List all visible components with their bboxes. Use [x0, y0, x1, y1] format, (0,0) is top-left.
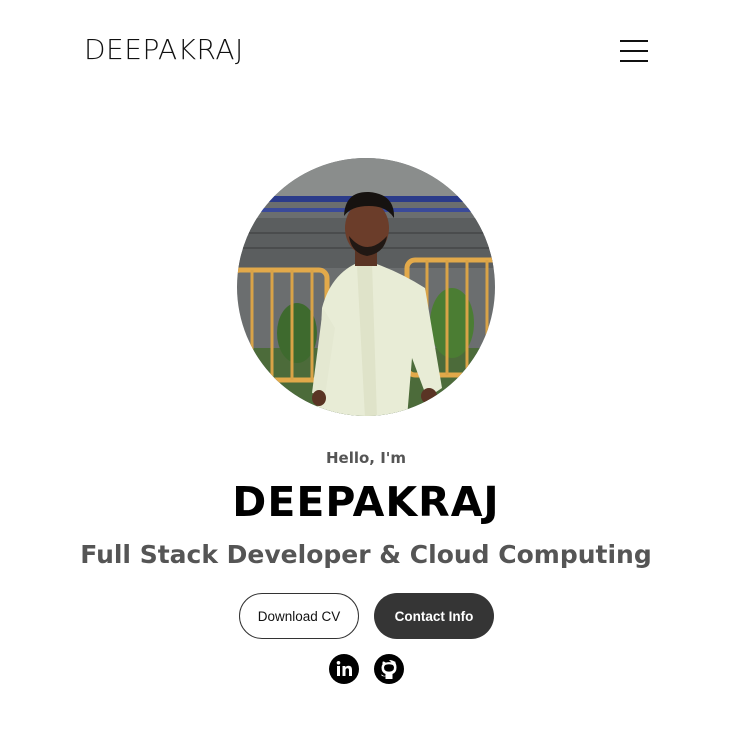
hero-name: DEEPAKRAJ	[232, 478, 500, 526]
profile-photo-illustration	[237, 158, 495, 416]
site-logo[interactable]: DEEPAKRAJ	[84, 33, 244, 66]
hamburger-menu-icon[interactable]	[620, 40, 648, 62]
download-cv-button[interactable]: Download CV	[239, 593, 359, 639]
menu-bar	[620, 50, 648, 52]
contact-info-button[interactable]: Contact Info	[374, 593, 494, 639]
linkedin-icon[interactable]	[328, 653, 360, 685]
hero-subtitle: Full Stack Developer & Cloud Computing	[80, 540, 652, 569]
portfolio-page: DEEPAKRAJ Hello, I'm DEEPAKRAJ Full Stac…	[0, 0, 732, 737]
profile-photo	[237, 158, 495, 416]
menu-bar	[620, 60, 648, 62]
menu-bar	[620, 40, 648, 42]
github-icon[interactable]	[373, 653, 405, 685]
greeting-text: Hello, I'm	[325, 449, 407, 467]
